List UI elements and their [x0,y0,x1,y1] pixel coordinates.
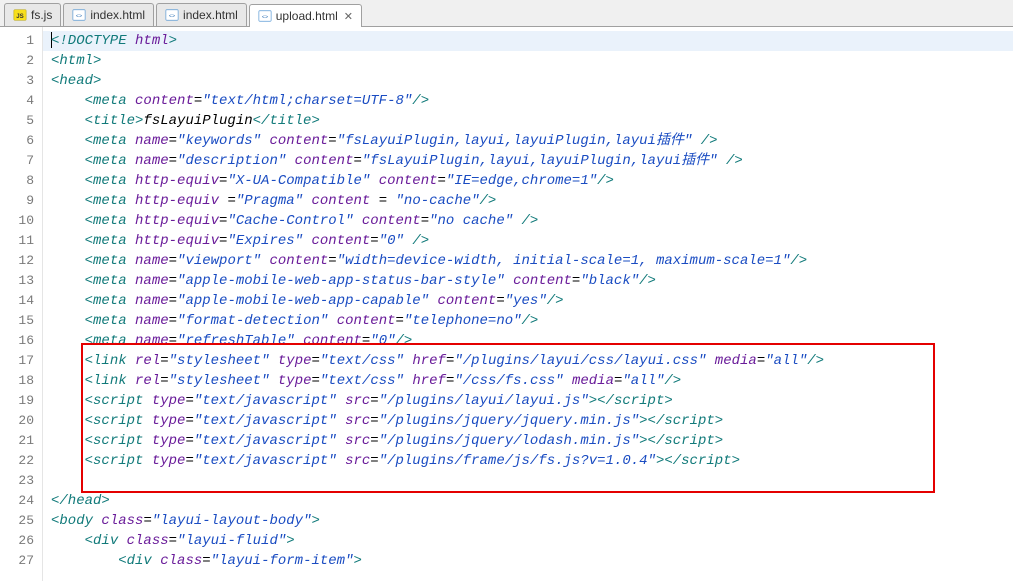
editor-tab-2[interactable]: <> index.html [156,3,247,26]
html-file-icon: <> [72,8,86,22]
tab-close-icon[interactable]: ✕ [344,10,353,23]
code-line[interactable]: <meta name="format-detection" content="t… [43,311,1013,331]
editor-tabbar: JS fs.js <> index.html <> index.html <> upload.… [0,0,1013,27]
js-file-icon: JS [13,8,27,22]
code-line[interactable]: <link rel="stylesheet" type="text/css" h… [43,371,1013,391]
code-line[interactable]: <script type="text/javascript" src="/plu… [43,431,1013,451]
code-line[interactable]: <script type="text/javascript" src="/plu… [43,411,1013,431]
code-line[interactable]: <meta http-equiv="Expires" content="0" /… [43,231,1013,251]
editor-tab-3[interactable]: <> upload.html ✕ [249,4,362,27]
line-number: 22 [0,451,42,471]
html-file-icon: <> [165,8,179,22]
code-line[interactable] [43,471,1013,491]
line-number: 21 [0,431,42,451]
line-number: 4 [0,91,42,111]
line-number: 27 [0,551,42,571]
code-line[interactable]: <script type="text/javascript" src="/plu… [43,391,1013,411]
code-line[interactable]: <title>fsLayuiPlugin</title> [43,111,1013,131]
line-number: 24 [0,491,42,511]
code-line[interactable]: </head> [43,491,1013,511]
code-line[interactable]: <head> [43,71,1013,91]
code-line[interactable]: <body class="layui-layout-body"> [43,511,1013,531]
svg-text:<>: <> [76,14,82,20]
editor-tab-1[interactable]: <> index.html [63,3,154,26]
tab-label: index.html [183,8,238,22]
line-number: 2 [0,51,42,71]
code-line[interactable]: <meta name="keywords" content="fsLayuiPl… [43,131,1013,151]
line-number: 5 [0,111,42,131]
tab-label: index.html [90,8,145,22]
line-number: 1 [0,31,42,51]
line-number: 7 [0,151,42,171]
line-number: 17 [0,351,42,371]
line-number: 8 [0,171,42,191]
html-file-icon: <> [258,9,272,23]
line-number: 12 [0,251,42,271]
svg-text:<>: <> [169,14,175,20]
code-line[interactable]: <meta http-equiv="Cache-Control" content… [43,211,1013,231]
editor-tab-0[interactable]: JS fs.js [4,3,61,26]
line-number: 13 [0,271,42,291]
code-area[interactable]: <!DOCTYPE html><html><head> <meta conten… [43,27,1013,581]
code-line[interactable]: <div class="layui-form-item"> [43,551,1013,571]
line-number: 9 [0,191,42,211]
tab-label: upload.html [276,9,338,23]
line-number: 23 [0,471,42,491]
line-number: 10 [0,211,42,231]
code-line[interactable]: <meta content="text/html;charset=UTF-8"/… [43,91,1013,111]
code-line[interactable]: <!DOCTYPE html> [43,31,1013,51]
line-number: 19 [0,391,42,411]
code-line[interactable]: <link rel="stylesheet" type="text/css" h… [43,351,1013,371]
code-line[interactable]: <meta name="refreshTable" content="0"/> [43,331,1013,351]
line-number: 26 [0,531,42,551]
code-editor[interactable]: 1234567891011121314151617181920212223242… [0,27,1013,581]
line-number: 14 [0,291,42,311]
line-number: 6 [0,131,42,151]
code-line[interactable]: <div class="layui-fluid"> [43,531,1013,551]
svg-text:<>: <> [262,15,268,21]
code-line[interactable]: <meta http-equiv="X-UA-Compatible" conte… [43,171,1013,191]
line-number: 20 [0,411,42,431]
code-line[interactable]: <meta name="description" content="fsLayu… [43,151,1013,171]
line-number: 18 [0,371,42,391]
line-number: 3 [0,71,42,91]
svg-text:JS: JS [16,13,23,20]
tab-label: fs.js [31,8,52,22]
line-number: 16 [0,331,42,351]
code-line[interactable]: <meta name="viewport" content="width=dev… [43,251,1013,271]
line-number: 15 [0,311,42,331]
code-line[interactable]: <script type="text/javascript" src="/plu… [43,451,1013,471]
code-line[interactable]: <meta name="apple-mobile-web-app-status-… [43,271,1013,291]
line-number-gutter: 1234567891011121314151617181920212223242… [0,27,43,581]
line-number: 11 [0,231,42,251]
line-number: 25 [0,511,42,531]
code-line[interactable]: <meta http-equiv ="Pragma" content = "no… [43,191,1013,211]
code-line[interactable]: <html> [43,51,1013,71]
code-line[interactable]: <meta name="apple-mobile-web-app-capable… [43,291,1013,311]
